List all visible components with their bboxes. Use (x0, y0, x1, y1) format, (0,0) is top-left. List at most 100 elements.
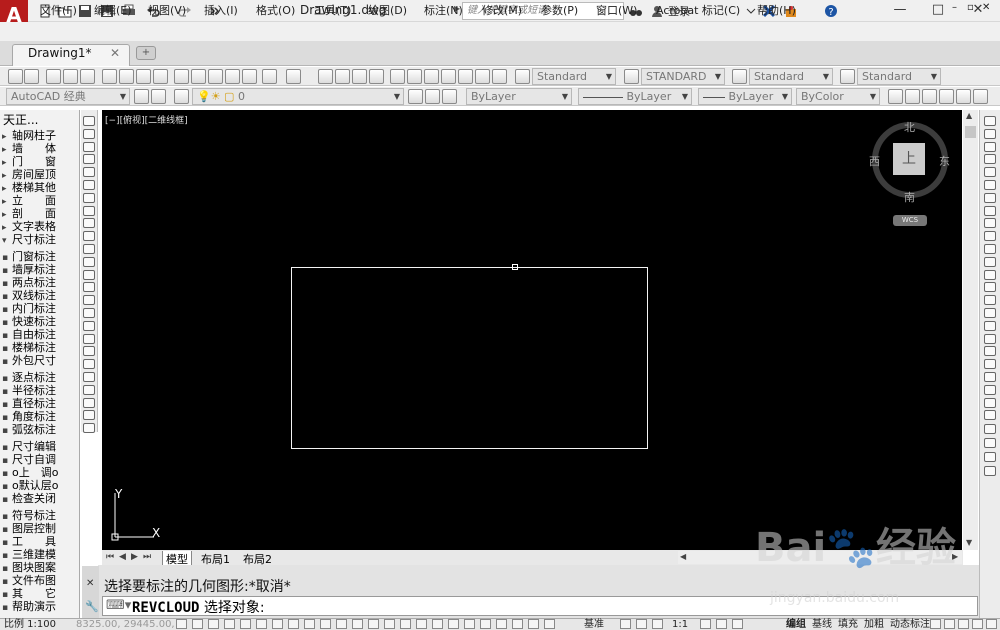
modify-tool-icon[interactable] (984, 424, 996, 434)
layer-previous-icon[interactable] (425, 89, 440, 104)
menu-insert[interactable]: 插入(I) (204, 2, 238, 18)
draw-tool-icon[interactable] (83, 333, 95, 344)
modify-tool-icon[interactable] (984, 192, 996, 203)
save-icon[interactable] (80, 69, 95, 84)
status-toggle-icon[interactable] (544, 619, 555, 629)
status-toggle-icon[interactable] (240, 619, 251, 629)
panel-item[interactable]: ▪ o上 调o (2, 466, 58, 479)
panel-item[interactable]: ▸ 门 窗 (2, 155, 56, 168)
panel-item[interactable]: ▸ 楼梯其他 (2, 181, 56, 194)
panel-item[interactable]: ▪ 图块图案 (2, 561, 56, 574)
block-editor-icon[interactable] (242, 69, 257, 84)
modify-tool-icon[interactable] (984, 218, 996, 229)
panel-item[interactable]: ▪ 墙厚标注 (2, 263, 56, 276)
copy-icon[interactable] (191, 69, 206, 84)
modify-tool-icon[interactable] (984, 466, 996, 476)
panel-item[interactable]: ▸ 文字表格 (2, 220, 56, 233)
modify-tool-icon[interactable] (984, 205, 996, 216)
draw-tool-icon[interactable] (83, 295, 95, 306)
help-icon[interactable]: ? (822, 2, 840, 20)
modify-tool-icon[interactable] (984, 295, 996, 306)
publish-icon[interactable] (136, 69, 151, 84)
close-window-button[interactable]: ✕ (958, 0, 998, 22)
first-layout-icon[interactable]: ⏮ (106, 552, 114, 562)
draw-tool-icon[interactable] (83, 141, 95, 152)
panel-item[interactable]: ▪ 逐点标注 (2, 371, 56, 384)
status-toggle-icon[interactable] (958, 619, 969, 629)
panel-item[interactable]: ▸ 轴网柱子 (2, 129, 56, 142)
redo-icon[interactable] (286, 69, 301, 84)
menu-edit[interactable]: 编辑(E) (94, 2, 132, 18)
compass-west[interactable]: 西 (869, 153, 880, 169)
status-toggle-icon[interactable] (336, 619, 347, 629)
modify-tool-icon[interactable] (984, 256, 996, 267)
menu-dimension[interactable]: 标注(N) (424, 2, 463, 18)
modify-tool-icon[interactable] (984, 269, 996, 280)
modify-tool-icon[interactable] (984, 372, 996, 382)
panel-item[interactable]: ▪ 快速标注 (2, 315, 56, 328)
panel-item[interactable]: ▸ 立 面 (2, 194, 56, 207)
doc-close-button[interactable]: ✕ (982, 2, 990, 13)
table-style-icon[interactable] (732, 69, 747, 84)
status-toggle-icon[interactable] (732, 619, 743, 629)
status-toggle-icon[interactable] (944, 619, 955, 629)
quickcalc-icon[interactable] (475, 69, 490, 84)
draw-tool-icon[interactable] (83, 180, 95, 190)
3d-dwf-icon[interactable] (153, 69, 168, 84)
modify-tool-icon[interactable] (984, 116, 996, 126)
panel-item[interactable]: ▪ 自由标注 (2, 328, 56, 341)
status-toggle-icon[interactable] (256, 619, 267, 629)
multileader-style-icon[interactable] (840, 69, 855, 84)
status-toggle-icon[interactable] (528, 619, 539, 629)
modify-tool-icon[interactable] (984, 231, 996, 242)
status-toggle-icon[interactable] (716, 619, 727, 629)
preview-icon[interactable] (119, 69, 134, 84)
make-current-layer-icon[interactable] (408, 89, 423, 104)
draw-tool-icon[interactable] (83, 192, 95, 203)
panel-item[interactable]: ▪ 尺寸自调 (2, 453, 56, 466)
draw-tool-icon[interactable] (83, 128, 95, 139)
panel-item[interactable]: ▪ 工 具 (2, 535, 56, 548)
panel-item[interactable]: ▪ 图层控制 (2, 522, 56, 535)
draw-tool-icon[interactable] (83, 116, 95, 126)
status-item[interactable]: 基准 (584, 619, 604, 630)
wcs-menu[interactable]: WCS (893, 215, 927, 226)
multileader-style-select[interactable]: Standard ▼ (857, 68, 941, 85)
menu-tools[interactable]: 工具(T) (314, 2, 351, 18)
status-toggle-icon[interactable] (304, 619, 315, 629)
scroll-up-arrow-icon[interactable]: ▲ (966, 111, 972, 120)
panel-item[interactable]: ▸ 墙 体 (2, 142, 56, 155)
layer-tool-icon[interactable] (905, 89, 920, 104)
draw-tool-icon[interactable] (83, 154, 95, 165)
lineweight-select[interactable]: ByLayer ▼ (698, 88, 792, 105)
zoom-realtime-icon[interactable] (335, 69, 350, 84)
status-toggle-icon[interactable] (288, 619, 299, 629)
prev-layout-icon[interactable]: ◀ (119, 552, 126, 562)
status-toggle-icon[interactable] (986, 619, 997, 629)
plotstyle-select[interactable]: ByColor ▼ (796, 88, 880, 105)
annotation-scale[interactable]: 1:1 (672, 619, 688, 630)
doc-restore-button[interactable]: ▫ (967, 2, 974, 13)
modify-tool-icon[interactable] (984, 452, 996, 462)
menu-draw[interactable]: 绘图(D) (368, 2, 407, 18)
menu-parametric[interactable]: 参数(P) (541, 2, 578, 18)
qnew-icon[interactable] (46, 69, 61, 84)
draw-tool-icon[interactable] (83, 231, 95, 242)
tool-icon[interactable] (8, 69, 23, 84)
open-icon[interactable] (63, 69, 78, 84)
status-toggle-icon[interactable] (652, 619, 663, 629)
panel-item[interactable]: ▪ 符号标注 (2, 509, 56, 522)
status-item[interactable]: 填充 (838, 619, 858, 630)
status-toggle-icon[interactable] (384, 619, 395, 629)
vertical-scrollbar[interactable] (963, 110, 978, 550)
layer-select[interactable]: 💡☀ ▢ 0 ▼ (192, 88, 404, 105)
panel-item[interactable]: ▸ 剖 面 (2, 207, 56, 220)
status-toggle-icon[interactable] (620, 619, 631, 629)
modify-tool-icon[interactable] (984, 128, 996, 139)
status-toggle-icon[interactable] (224, 619, 235, 629)
draw-tool-icon[interactable] (83, 308, 95, 318)
status-toggle-icon[interactable] (930, 619, 941, 629)
design-center-icon[interactable] (407, 69, 422, 84)
vertical-scroll-thumb[interactable] (965, 126, 976, 138)
modify-tool-icon[interactable] (984, 282, 996, 293)
